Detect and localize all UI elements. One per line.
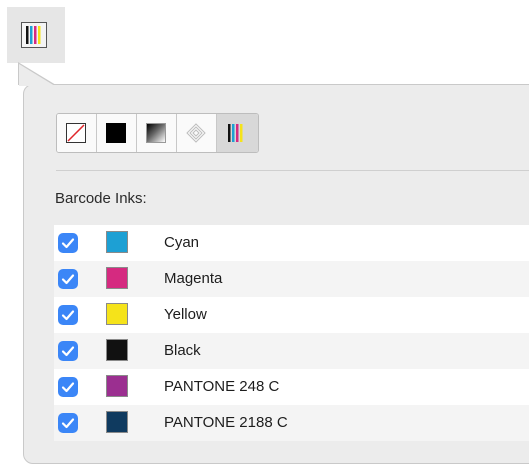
ink-color-chip xyxy=(106,411,128,433)
checkbox-magenta[interactable] xyxy=(58,269,78,289)
ink-color-chip xyxy=(106,303,128,325)
ink-name: PANTONE 248 C xyxy=(164,378,280,395)
barcode-inks-icon xyxy=(21,22,47,48)
checkbox-yellow[interactable] xyxy=(58,305,78,325)
solid-fill-icon xyxy=(106,123,126,143)
ink-name: Yellow xyxy=(164,306,207,323)
ink-color-chip xyxy=(106,231,128,253)
ink-color-chip xyxy=(106,375,128,397)
ink-row-yellow: Yellow xyxy=(54,297,529,333)
ink-color-chip xyxy=(106,267,128,289)
barcode-inks-trigger-button[interactable] xyxy=(7,7,65,63)
checkbox-cyan[interactable] xyxy=(58,233,78,253)
ink-name: Magenta xyxy=(164,270,223,287)
popover-arrow xyxy=(19,64,55,86)
solid-mode-button[interactable] xyxy=(97,114,137,152)
ink-row-pantone-2188c: PANTONE 2188 C xyxy=(54,405,529,441)
gradient-mode-button[interactable] xyxy=(137,114,177,152)
inks-list: Cyan Magenta Yellow Black PANTONE 248 C … xyxy=(54,225,529,441)
pattern-mode-button[interactable] xyxy=(177,114,217,152)
ink-color-chip xyxy=(106,339,128,361)
checkbox-black[interactable] xyxy=(58,341,78,361)
ink-row-magenta: Magenta xyxy=(54,261,529,297)
ink-name: Cyan xyxy=(164,234,200,251)
ink-name: Black xyxy=(164,342,201,359)
section-divider xyxy=(56,170,529,171)
barcode-inks-popover: Barcode Inks: Cyan Magenta Yellow Black … xyxy=(23,84,529,464)
ink-name: PANTONE 2188 C xyxy=(164,414,288,431)
barcode-inks-icon xyxy=(226,123,246,143)
section-label: Barcode Inks: xyxy=(55,190,147,207)
checkbox-pantone-248c[interactable] xyxy=(58,377,78,397)
ink-row-cyan: Cyan xyxy=(54,225,529,261)
none-mode-button[interactable] xyxy=(57,114,97,152)
none-slash-icon xyxy=(66,123,86,143)
ink-row-black: Black xyxy=(54,333,529,369)
ink-row-pantone-248c: PANTONE 248 C xyxy=(54,369,529,405)
gradient-icon xyxy=(146,123,166,143)
fill-mode-segmented-control xyxy=(56,113,259,153)
checkbox-pantone-2188c[interactable] xyxy=(58,413,78,433)
pattern-icon xyxy=(186,123,206,143)
inks-mode-button[interactable] xyxy=(217,114,258,152)
